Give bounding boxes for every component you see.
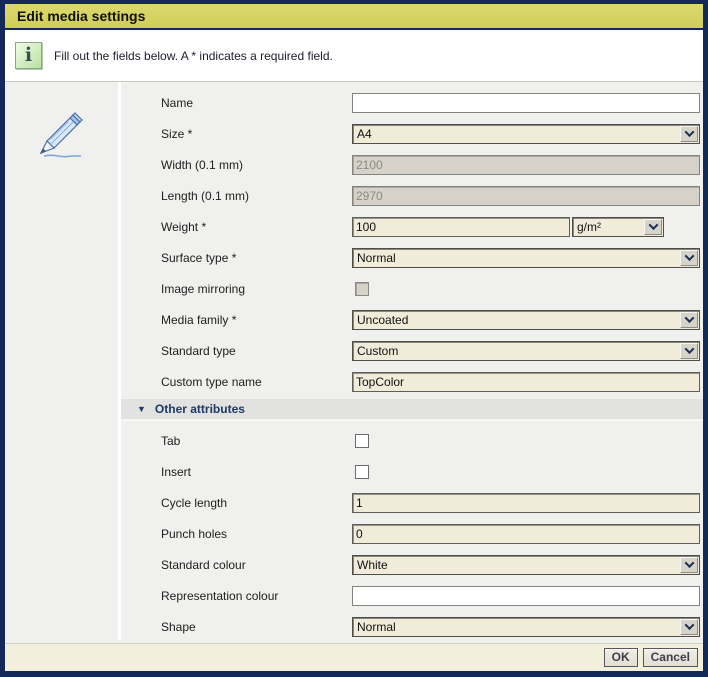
standard-type-select-button[interactable]	[680, 343, 698, 359]
chevron-down-icon	[648, 220, 658, 230]
image-mirroring-label: Image mirroring	[121, 282, 352, 296]
weight-label: Weight *	[121, 220, 352, 234]
media-family-value: Uncoated	[357, 313, 408, 327]
info-text: Fill out the fields below. A * indicates…	[54, 49, 333, 63]
weight-input[interactable]	[352, 217, 570, 237]
other-attributes-header[interactable]: ▼ Other attributes	[121, 399, 703, 421]
dialog-footer: OK Cancel	[5, 643, 703, 671]
name-label: Name	[121, 96, 352, 110]
standard-colour-value: White	[357, 558, 388, 572]
collapse-triangle-icon: ▼	[137, 404, 146, 414]
representation-colour-input[interactable]	[352, 586, 700, 606]
field-row-size: Size * A4	[121, 118, 703, 149]
length-label: Length (0.1 mm)	[121, 189, 352, 203]
field-row-width: Width (0.1 mm)	[121, 149, 703, 180]
name-input[interactable]	[352, 93, 700, 113]
field-row-image-mirroring: Image mirroring	[121, 273, 703, 304]
weight-unit-select-button[interactable]	[644, 219, 662, 235]
insert-label: Insert	[121, 465, 352, 479]
media-family-label: Media family *	[121, 313, 352, 327]
standard-type-value: Custom	[357, 344, 398, 358]
field-row-standard-type: Standard type Custom	[121, 335, 703, 366]
tab-checkbox[interactable]	[355, 434, 369, 448]
cycle-length-label: Cycle length	[121, 496, 352, 510]
field-row-punch-holes: Punch holes	[121, 518, 703, 549]
cycle-length-input[interactable]	[352, 493, 700, 513]
standard-type-select[interactable]: Custom	[352, 341, 700, 361]
surface-type-select[interactable]: Normal	[352, 248, 700, 268]
chevron-down-icon	[684, 313, 694, 323]
chevron-down-icon	[684, 558, 694, 568]
chevron-down-icon	[684, 127, 694, 137]
width-input	[352, 155, 700, 175]
custom-type-name-label: Custom type name	[121, 375, 352, 389]
field-row-shape: Shape Normal	[121, 611, 703, 640]
length-input	[352, 186, 700, 206]
other-attributes-title: Other attributes	[155, 402, 245, 416]
standard-colour-select[interactable]: White	[352, 555, 700, 575]
form-area: Name Size * A4 Width (0.1 mm) Length (0.…	[121, 82, 703, 640]
chevron-down-icon	[684, 620, 694, 630]
sidebar	[5, 82, 121, 640]
representation-colour-label: Representation colour	[121, 589, 352, 603]
standard-colour-label: Standard colour	[121, 558, 352, 572]
dialog-body: Name Size * A4 Width (0.1 mm) Length (0.…	[5, 82, 703, 640]
media-family-select[interactable]: Uncoated	[352, 310, 700, 330]
punch-holes-input[interactable]	[352, 524, 700, 544]
standard-colour-select-button[interactable]	[680, 557, 698, 573]
info-banner: i Fill out the fields below. A * indicat…	[5, 30, 703, 82]
size-select[interactable]: A4	[352, 124, 700, 144]
field-row-length: Length (0.1 mm)	[121, 180, 703, 211]
field-row-surface-type: Surface type * Normal	[121, 242, 703, 273]
weight-unit-value: g/m²	[577, 220, 601, 234]
dialog-titlebar: Edit media settings	[5, 4, 703, 30]
weight-unit-select[interactable]: g/m²	[572, 217, 664, 237]
field-row-cycle-length: Cycle length	[121, 487, 703, 518]
width-label: Width (0.1 mm)	[121, 158, 352, 172]
shape-select[interactable]: Normal	[352, 617, 700, 637]
shape-value: Normal	[357, 620, 396, 634]
ok-button[interactable]: OK	[604, 648, 638, 667]
field-row-custom-type-name: Custom type name	[121, 366, 703, 397]
standard-type-label: Standard type	[121, 344, 352, 358]
punch-holes-label: Punch holes	[121, 527, 352, 541]
chevron-down-icon	[684, 251, 694, 261]
size-select-value: A4	[357, 127, 372, 141]
surface-type-label: Surface type *	[121, 251, 352, 265]
field-row-tab: Tab	[121, 425, 703, 456]
field-row-insert: Insert	[121, 456, 703, 487]
cancel-button[interactable]: Cancel	[643, 648, 698, 667]
chevron-down-icon	[684, 344, 694, 354]
info-icon: i	[15, 42, 42, 69]
size-label: Size *	[121, 127, 352, 141]
pencil-icon	[31, 106, 93, 174]
insert-checkbox[interactable]	[355, 465, 369, 479]
field-row-media-family: Media family * Uncoated	[121, 304, 703, 335]
size-select-button[interactable]	[680, 126, 698, 142]
surface-type-select-button[interactable]	[680, 250, 698, 266]
field-row-name: Name	[121, 87, 703, 118]
image-mirroring-checkbox	[355, 282, 369, 296]
field-row-representation-colour: Representation colour	[121, 580, 703, 611]
page-title: Edit media settings	[17, 8, 145, 24]
tab-label: Tab	[121, 434, 352, 448]
surface-type-value: Normal	[357, 251, 396, 265]
custom-type-name-input[interactable]	[352, 372, 700, 392]
field-row-weight: Weight * g/m²	[121, 211, 703, 242]
edit-media-settings-dialog: Edit media settings i Fill out the field…	[0, 0, 708, 677]
media-family-select-button[interactable]	[680, 312, 698, 328]
shape-label: Shape	[121, 620, 352, 634]
field-row-standard-colour: Standard colour White	[121, 549, 703, 580]
shape-select-button[interactable]	[680, 619, 698, 635]
